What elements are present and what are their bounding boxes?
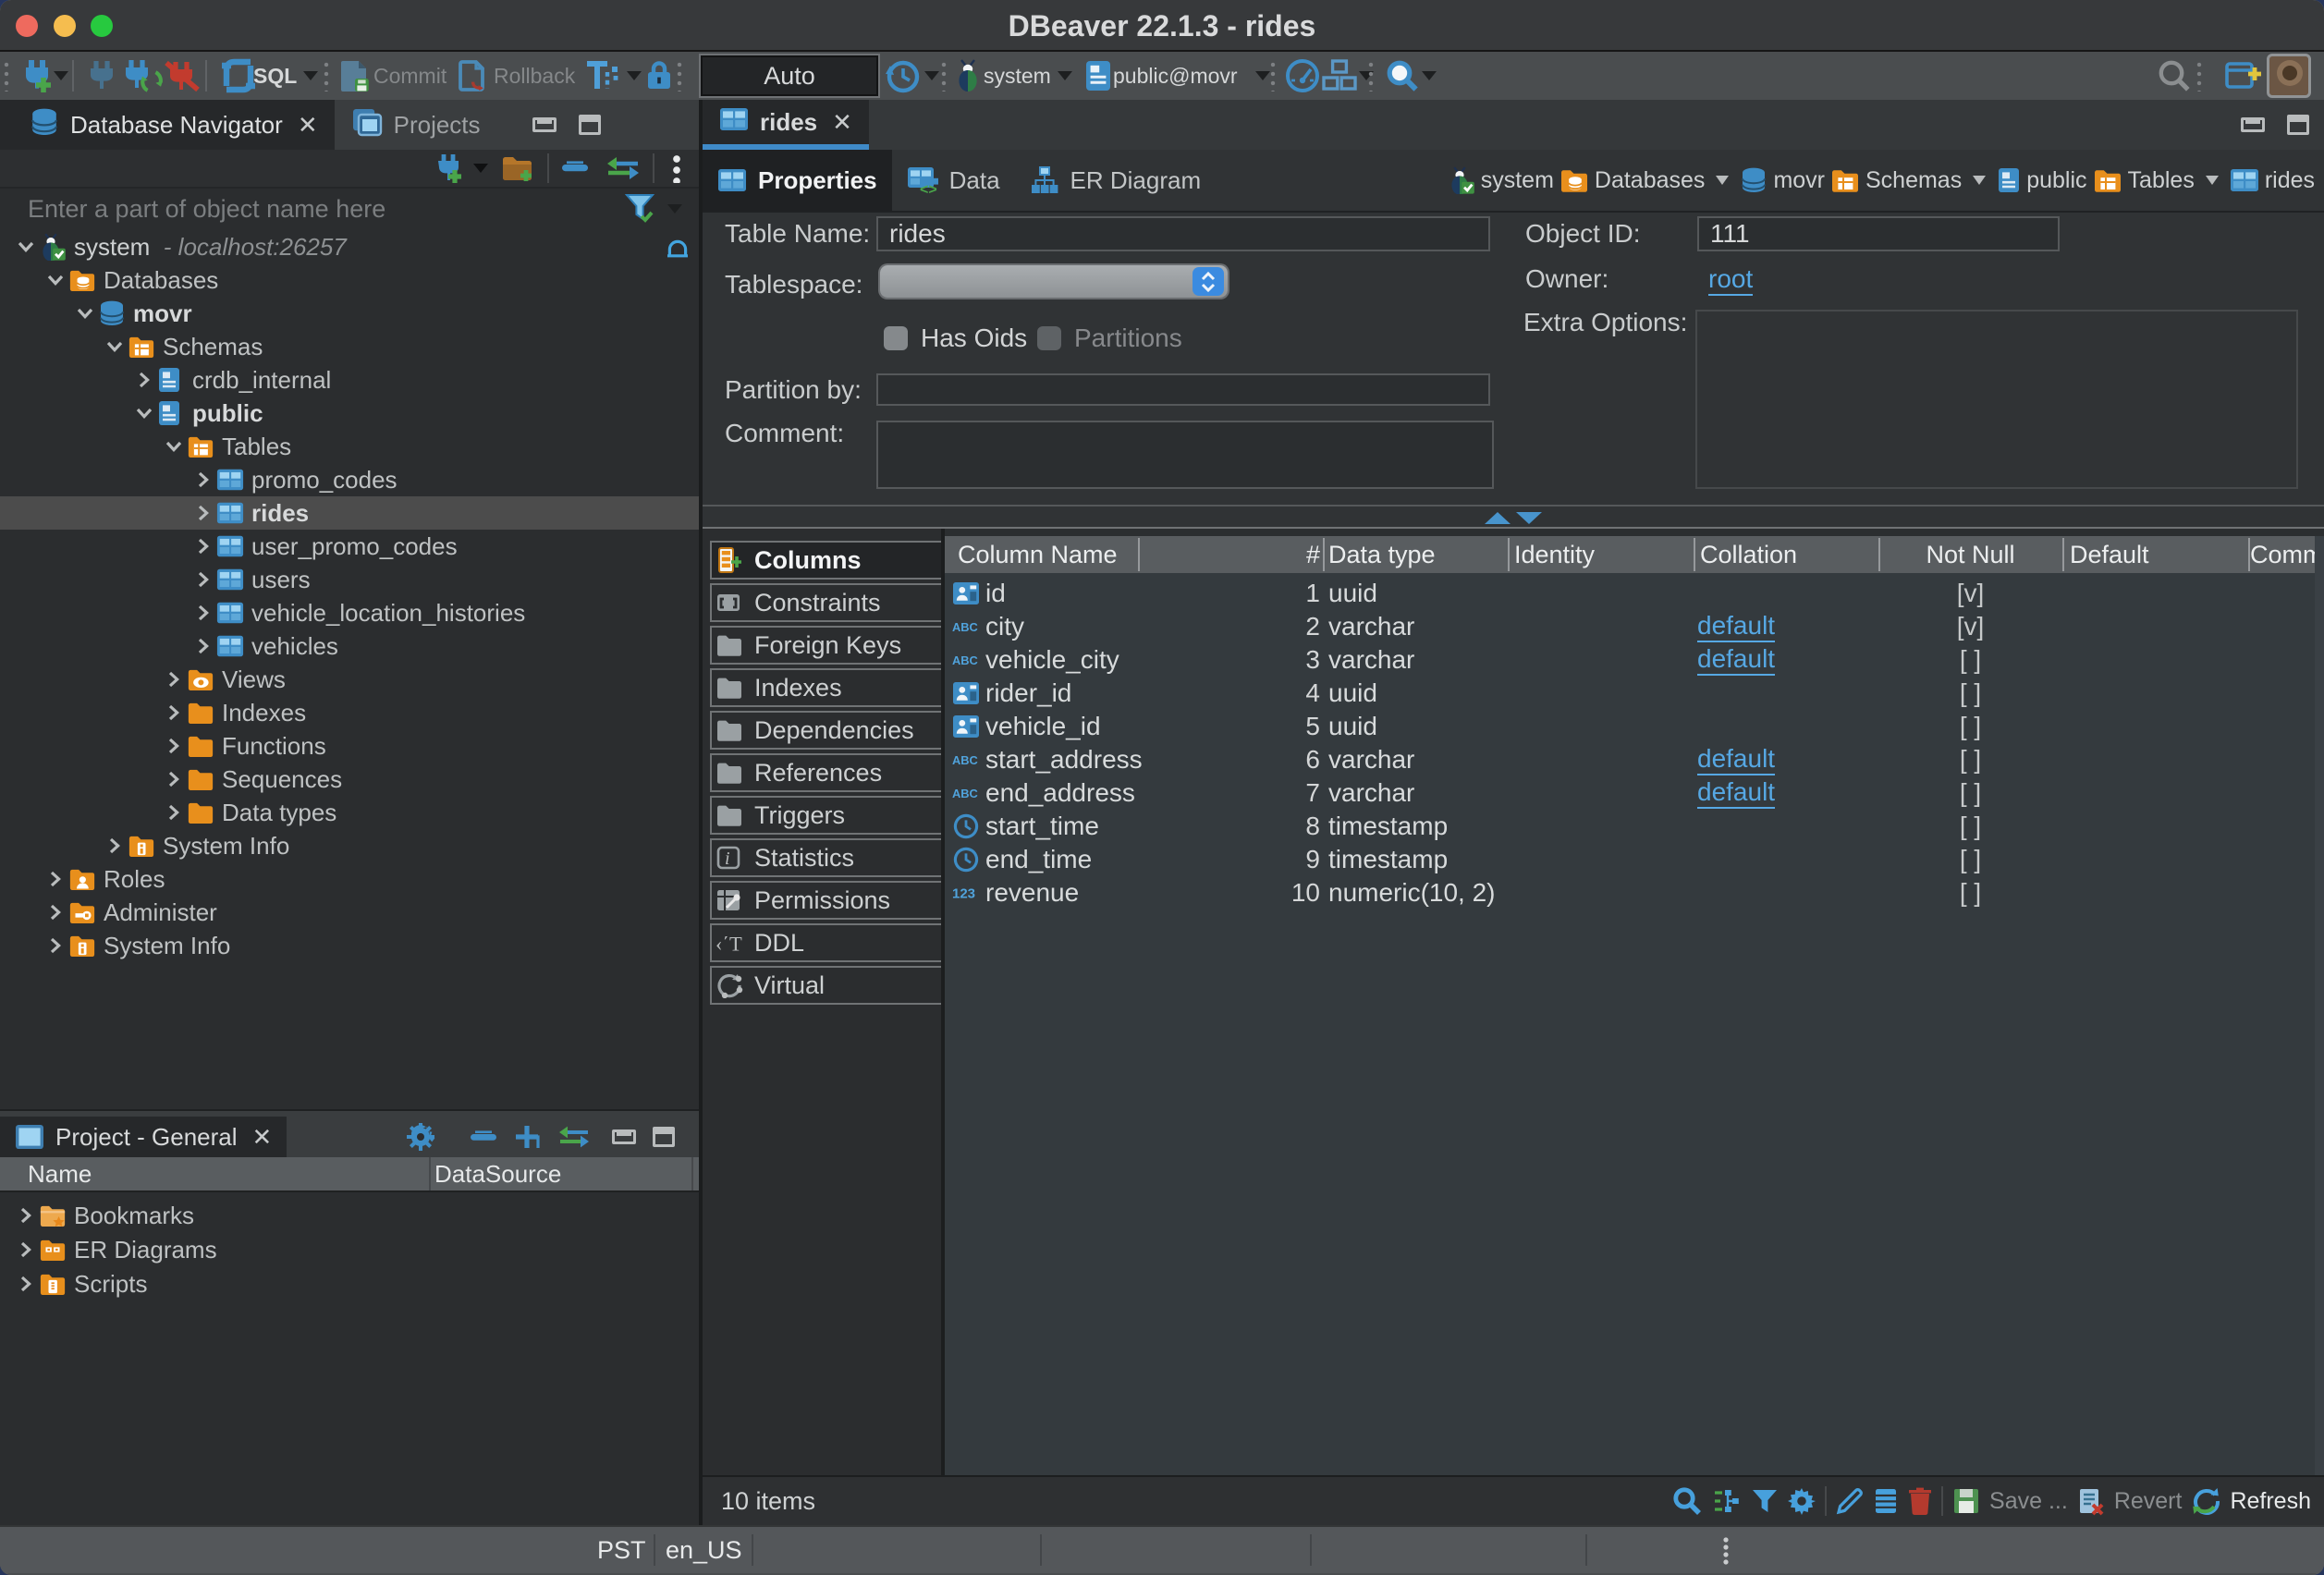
svg-text:<>: <> [920, 182, 937, 194]
svg-text:ABC: ABC [952, 620, 978, 634]
svg-text:‹ʹT: ‹ʹT [716, 932, 742, 955]
svg-text:123: 123 [952, 886, 975, 901]
svg-text:ABC: ABC [952, 787, 978, 800]
svg-text:ABC: ABC [952, 753, 978, 767]
svg-text:i: i [725, 849, 730, 869]
svg-text:ABC: ABC [952, 653, 978, 667]
